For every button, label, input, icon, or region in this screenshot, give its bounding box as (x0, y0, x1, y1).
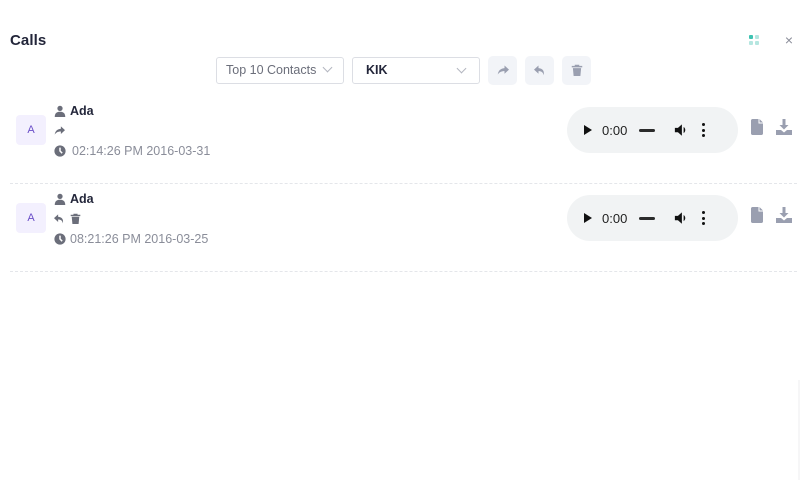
download-icon[interactable] (776, 119, 792, 135)
progress-slider[interactable] (639, 128, 656, 132)
incoming-filter-button[interactable] (525, 55, 554, 85)
call-info: Ada 02:14:26 PM 2016-03-31 (54, 101, 210, 161)
contacts-filter-value: Top 10 Contacts (226, 63, 317, 77)
call-row: A Ada 08:21:26 PM 2016-03-25 0:00 (10, 184, 797, 272)
close-icon[interactable]: × (782, 32, 796, 48)
more-options-icon[interactable] (701, 123, 705, 137)
grid-icon[interactable] (749, 35, 760, 46)
call-info: Ada 08:21:26 PM 2016-03-25 (54, 189, 208, 249)
transcript-file-icon[interactable] (751, 119, 763, 135)
more-options-icon[interactable] (701, 211, 705, 225)
avatar: A (16, 203, 46, 233)
trash-icon (571, 64, 582, 76)
contact-name: Ada (70, 192, 94, 206)
play-icon[interactable] (584, 125, 592, 135)
volume-icon[interactable] (674, 211, 688, 225)
filter-toolbar: Top 10 Contacts KIK (216, 55, 591, 85)
player-time: 0:00 (602, 122, 628, 138)
play-icon[interactable] (584, 213, 592, 223)
user-icon (54, 105, 66, 117)
reply-icon (54, 213, 66, 225)
app-filter-select[interactable]: KIK (352, 56, 480, 84)
share-forward-icon (497, 65, 509, 75)
call-timestamp: 02:14:26 PM 2016-03-31 (72, 144, 211, 158)
user-icon (54, 193, 66, 205)
player-time: 0:00 (602, 210, 628, 226)
chevron-down-icon (456, 63, 467, 73)
avatar: A (16, 115, 46, 145)
trash-icon (70, 213, 82, 225)
calls-header: Calls (10, 32, 800, 52)
download-icon[interactable] (776, 207, 792, 223)
reply-icon (533, 65, 544, 76)
clock-icon (54, 233, 66, 245)
page-title: Calls (10, 32, 47, 49)
share-forward-icon (54, 125, 66, 137)
volume-icon[interactable] (674, 123, 688, 137)
chevron-down-icon (322, 62, 333, 72)
deleted-filter-button[interactable] (562, 55, 591, 85)
app-filter-value: KIK (366, 63, 388, 77)
contact-name: Ada (70, 104, 94, 118)
clock-icon (54, 145, 66, 157)
audio-player: 0:00 (567, 195, 738, 241)
transcript-file-icon[interactable] (751, 207, 763, 223)
call-row: A Ada 02:14:26 PM 2016-03-31 0:00 (10, 96, 797, 184)
calls-list: A Ada 02:14:26 PM 2016-03-31 0:00 A Ada … (10, 96, 797, 272)
audio-player: 0:00 (567, 107, 738, 153)
contacts-filter-select[interactable]: Top 10 Contacts (216, 56, 344, 84)
progress-slider[interactable] (639, 216, 656, 220)
outgoing-filter-button[interactable] (488, 55, 517, 85)
call-timestamp: 08:21:26 PM 2016-03-25 (70, 232, 209, 246)
